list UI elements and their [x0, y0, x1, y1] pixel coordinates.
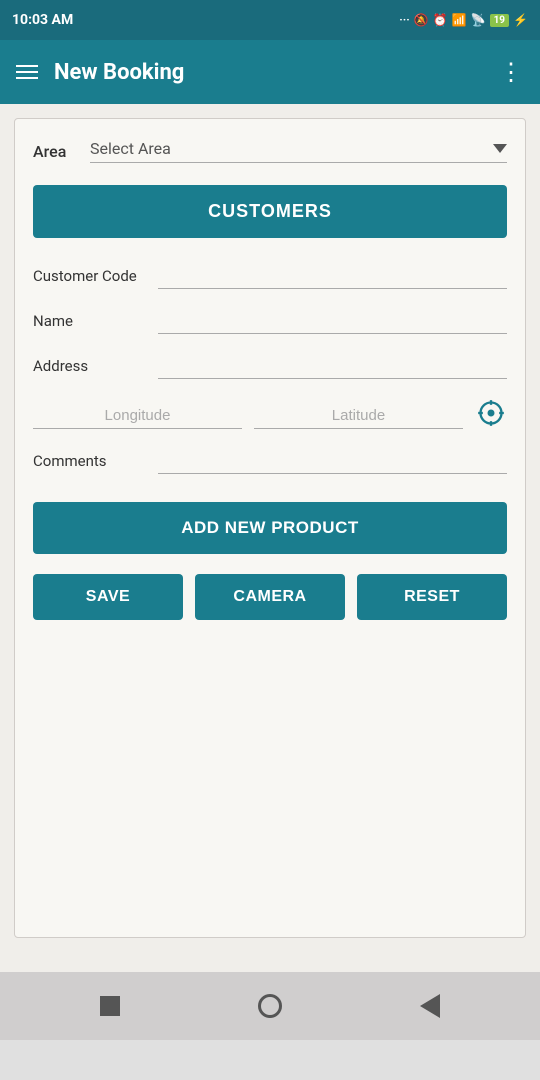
customers-button[interactable]: CUSTOMERS [33, 185, 507, 238]
customer-code-label: Customer Code [33, 267, 148, 289]
area-row: Area Select Area [33, 139, 507, 163]
status-icons: ··· 🔕 ⏰ 📶 📡 19 ⚡ [399, 13, 528, 27]
customer-code-input[interactable] [158, 262, 507, 289]
hamburger-line-2 [16, 71, 38, 73]
comments-field: Comments [33, 447, 507, 474]
vibrate-icon: 🔕 [414, 13, 429, 27]
signal-dots-icon: ··· [399, 13, 410, 27]
nav-bar [0, 972, 540, 1040]
hamburger-line-3 [16, 77, 38, 79]
triangle-icon [420, 994, 440, 1018]
latitude-input[interactable] [254, 403, 463, 429]
circle-icon [258, 994, 282, 1018]
address-field: Address [33, 352, 507, 379]
status-time: 10:03 AM [12, 12, 73, 28]
square-icon [100, 996, 120, 1016]
area-select[interactable]: Select Area [90, 139, 507, 163]
name-input[interactable] [158, 307, 507, 334]
name-field: Name [33, 307, 507, 334]
more-options-button[interactable]: ⋮ [499, 58, 524, 86]
address-input[interactable] [158, 352, 507, 379]
app-bar: New Booking ⋮ [0, 40, 540, 104]
coord-row [33, 397, 507, 429]
status-bar: 10:03 AM ··· 🔕 ⏰ 📶 📡 19 ⚡ [0, 0, 540, 40]
back-button[interactable] [408, 984, 452, 1028]
location-button[interactable] [475, 397, 507, 429]
charging-icon: ⚡ [513, 13, 528, 27]
save-button[interactable]: SAVE [33, 574, 183, 620]
content-area: Area Select Area CUSTOMERS Customer Code… [0, 104, 540, 972]
battery-level: 19 [490, 14, 509, 27]
recent-apps-button[interactable] [88, 984, 132, 1028]
comments-label: Comments [33, 452, 148, 474]
alarm-icon: ⏰ [433, 13, 448, 27]
add-product-button[interactable]: ADD NEW PRODUCT [33, 502, 507, 554]
hamburger-line-1 [16, 65, 38, 67]
comments-input[interactable] [158, 447, 507, 474]
menu-button[interactable] [16, 65, 38, 79]
signal-bars-icon: 📶 [452, 13, 467, 27]
area-label: Area [33, 142, 78, 161]
name-label: Name [33, 312, 148, 334]
action-buttons-row: SAVE CAMERA RESET [33, 574, 507, 620]
address-label: Address [33, 357, 148, 379]
area-select-text: Select Area [90, 139, 171, 158]
camera-button[interactable]: CAMERA [195, 574, 345, 620]
chevron-down-icon [493, 144, 507, 153]
customer-code-field: Customer Code [33, 262, 507, 289]
home-button[interactable] [248, 984, 292, 1028]
page-title: New Booking [54, 60, 483, 85]
wifi-icon: 📡 [471, 13, 486, 27]
form-card: Area Select Area CUSTOMERS Customer Code… [14, 118, 526, 938]
longitude-input[interactable] [33, 403, 242, 429]
reset-button[interactable]: RESET [357, 574, 507, 620]
